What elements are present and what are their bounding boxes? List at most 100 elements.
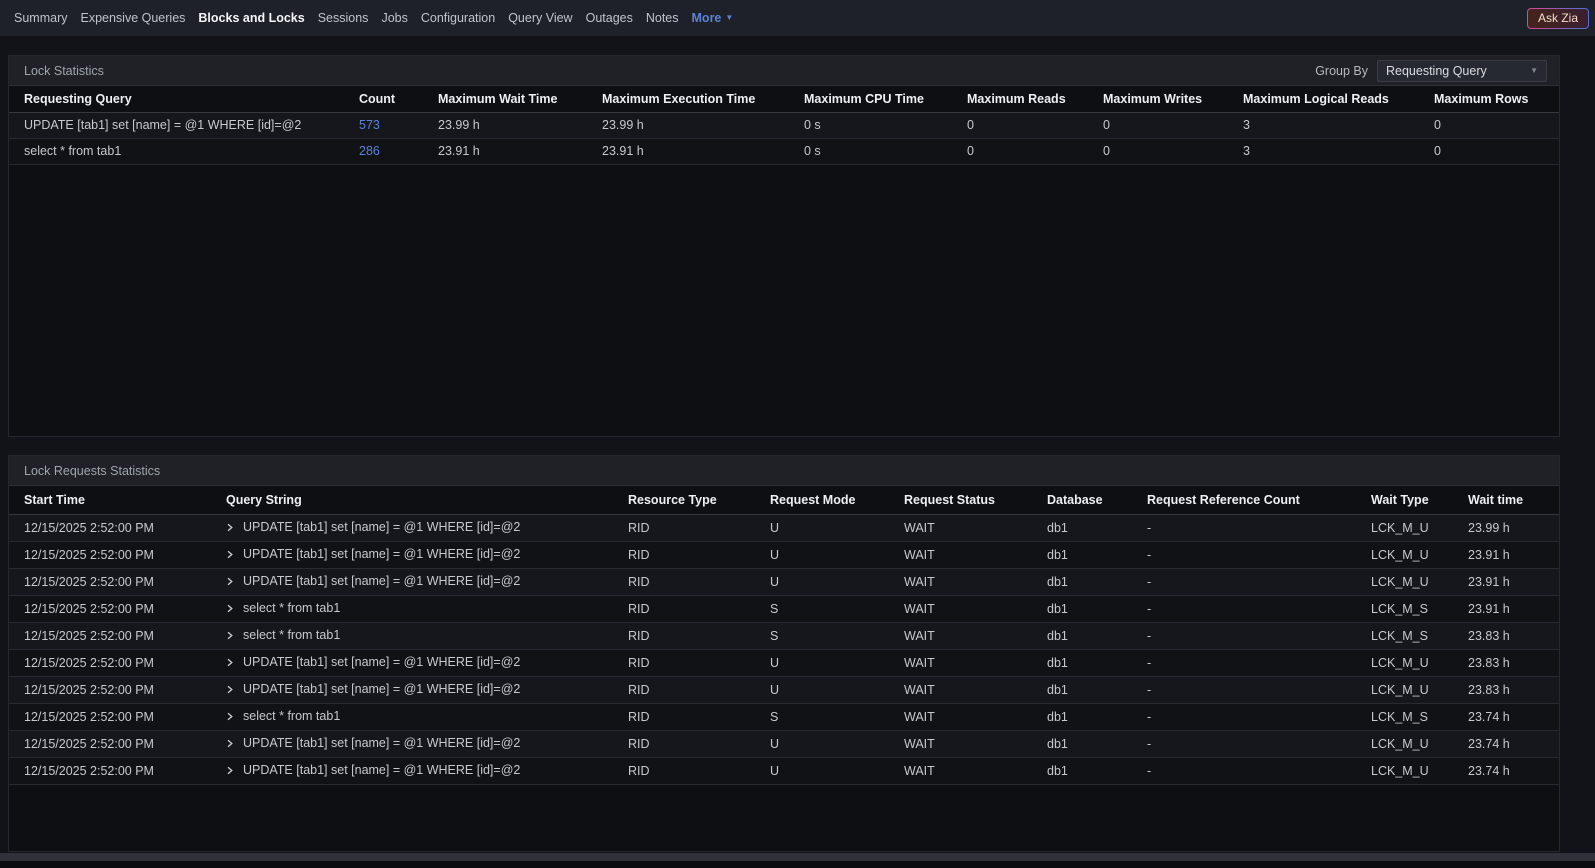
cell-request-reference-count: - (1147, 649, 1371, 676)
table-header-row: Start Time Query String Resource Type Re… (9, 486, 1559, 514)
cell-max-wait-time: 23.91 h (438, 138, 602, 164)
column-header-wait-time[interactable]: Wait time (1468, 486, 1559, 514)
cell-wait-type: LCK_M_U (1371, 568, 1468, 595)
cell-wait-time: 23.83 h (1468, 676, 1559, 703)
cell-wait-type: LCK_M_S (1371, 622, 1468, 649)
expand-chevron-icon[interactable] (226, 737, 234, 751)
cell-request-status: WAIT (904, 730, 1047, 757)
chevron-down-icon: ▼ (1530, 67, 1538, 75)
cell-request-mode: S (770, 703, 904, 730)
column-header-max-cpu-time[interactable]: Maximum CPU Time (804, 86, 967, 112)
cell-resource-type: RID (628, 541, 770, 568)
count-link[interactable]: 286 (359, 144, 380, 158)
column-header-request-mode[interactable]: Request Mode (770, 486, 904, 514)
query-string-text: UPDATE [tab1] set [name] = @1 WHERE [id]… (243, 736, 520, 750)
expand-chevron-icon[interactable] (226, 521, 234, 535)
cell-resource-type: RID (628, 514, 770, 541)
cell-max-wait-time: 23.99 h (438, 112, 602, 138)
cell-wait-time: 23.83 h (1468, 622, 1559, 649)
expand-chevron-icon[interactable] (226, 710, 234, 724)
nav-item-summary[interactable]: Summary (14, 11, 67, 25)
cell-requesting-query: select * from tab1 (9, 138, 359, 164)
column-header-requesting-query[interactable]: Requesting Query (9, 86, 359, 112)
query-string-text: UPDATE [tab1] set [name] = @1 WHERE [id]… (243, 682, 520, 696)
query-string-text: select * from tab1 (243, 709, 340, 723)
cell-request-status: WAIT (904, 622, 1047, 649)
cell-database: db1 (1047, 595, 1147, 622)
column-header-wait-type[interactable]: Wait Type (1371, 486, 1468, 514)
cell-max-logical-reads: 3 (1243, 138, 1434, 164)
nav-item-blocks-and-locks[interactable]: Blocks and Locks (198, 11, 304, 25)
cell-start-time: 12/15/2025 2:52:00 PM (9, 676, 226, 703)
cell-max-cpu-time: 0 s (804, 112, 967, 138)
column-header-start-time[interactable]: Start Time (9, 486, 226, 514)
cell-database: db1 (1047, 757, 1147, 784)
page-bottom-edge (0, 861, 1595, 868)
ask-zia-button[interactable]: Ask Zia (1527, 8, 1589, 29)
nav-item-configuration[interactable]: Configuration (421, 11, 495, 25)
cell-request-mode: U (770, 730, 904, 757)
cell-wait-type: LCK_M_U (1371, 514, 1468, 541)
count-link[interactable]: 573 (359, 118, 380, 132)
column-header-max-logical-reads[interactable]: Maximum Logical Reads (1243, 86, 1434, 112)
panel-title: Lock Requests Statistics (24, 464, 160, 478)
lock-requests-statistics-table: Start Time Query String Resource Type Re… (9, 486, 1559, 785)
nav-item-jobs[interactable]: Jobs (381, 11, 407, 25)
expand-chevron-icon[interactable] (226, 656, 234, 670)
nav-item-sessions[interactable]: Sessions (318, 11, 369, 25)
column-header-max-wait-time[interactable]: Maximum Wait Time (438, 86, 602, 112)
nav-item-expensive-queries[interactable]: Expensive Queries (80, 11, 185, 25)
lock-request-row: 12/15/2025 2:52:00 PM UPDATE [tab1] set … (9, 514, 1559, 541)
cell-resource-type: RID (628, 757, 770, 784)
column-header-resource-type[interactable]: Resource Type (628, 486, 770, 514)
nav-items: Summary Expensive Queries Blocks and Loc… (14, 11, 733, 25)
cell-wait-type: LCK_M_U (1371, 541, 1468, 568)
cell-query-string: UPDATE [tab1] set [name] = @1 WHERE [id]… (226, 541, 628, 568)
column-header-max-reads[interactable]: Maximum Reads (967, 86, 1103, 112)
cell-request-mode: U (770, 514, 904, 541)
nav-item-outages[interactable]: Outages (586, 11, 633, 25)
query-string-text: UPDATE [tab1] set [name] = @1 WHERE [id]… (243, 574, 520, 588)
cell-wait-time: 23.91 h (1468, 595, 1559, 622)
cell-wait-time: 23.74 h (1468, 730, 1559, 757)
expand-chevron-icon[interactable] (226, 602, 234, 616)
column-header-database[interactable]: Database (1047, 486, 1147, 514)
lock-stats-row: select * from tab1 286 23.91 h 23.91 h 0… (9, 138, 1559, 164)
nav-item-notes[interactable]: Notes (646, 11, 679, 25)
cell-database: db1 (1047, 568, 1147, 595)
lock-request-row: 12/15/2025 2:52:00 PM UPDATE [tab1] set … (9, 649, 1559, 676)
column-header-request-status[interactable]: Request Status (904, 486, 1047, 514)
column-header-max-execution-time[interactable]: Maximum Execution Time (602, 86, 804, 112)
cell-requesting-query: UPDATE [tab1] set [name] = @1 WHERE [id]… (9, 112, 359, 138)
expand-chevron-icon[interactable] (226, 683, 234, 697)
expand-chevron-icon[interactable] (226, 575, 234, 589)
column-header-count[interactable]: Count (359, 86, 438, 112)
query-string-text: UPDATE [tab1] set [name] = @1 WHERE [id]… (243, 547, 520, 561)
nav-item-more[interactable]: More ▼ (692, 11, 734, 25)
cell-query-string: UPDATE [tab1] set [name] = @1 WHERE [id]… (226, 649, 628, 676)
column-header-query-string[interactable]: Query String (226, 486, 628, 514)
cell-database: db1 (1047, 622, 1147, 649)
nav-item-query-view[interactable]: Query View (508, 11, 572, 25)
cell-request-reference-count: - (1147, 514, 1371, 541)
cell-query-string: select * from tab1 (226, 703, 628, 730)
top-nav: Summary Expensive Queries Blocks and Loc… (0, 0, 1595, 36)
panel-title: Lock Statistics (24, 64, 104, 78)
expand-chevron-icon[interactable] (226, 629, 234, 643)
query-string-text: UPDATE [tab1] set [name] = @1 WHERE [id]… (243, 520, 520, 534)
column-header-max-writes[interactable]: Maximum Writes (1103, 86, 1243, 112)
cell-request-mode: S (770, 595, 904, 622)
lock-requests-statistics-header: Lock Requests Statistics (9, 456, 1559, 486)
cell-database: db1 (1047, 703, 1147, 730)
expand-chevron-icon[interactable] (226, 764, 234, 778)
column-header-max-rows[interactable]: Maximum Rows (1434, 86, 1559, 112)
column-header-request-reference-count[interactable]: Request Reference Count (1147, 486, 1371, 514)
cell-max-writes: 0 (1103, 112, 1243, 138)
cell-wait-time: 23.91 h (1468, 568, 1559, 595)
cell-start-time: 12/15/2025 2:52:00 PM (9, 757, 226, 784)
cell-request-status: WAIT (904, 514, 1047, 541)
horizontal-scrollbar[interactable] (0, 853, 1595, 861)
expand-chevron-icon[interactable] (226, 548, 234, 562)
chevron-down-icon: ▼ (725, 14, 733, 22)
group-by-select[interactable]: Requesting Query ▼ (1377, 60, 1547, 82)
